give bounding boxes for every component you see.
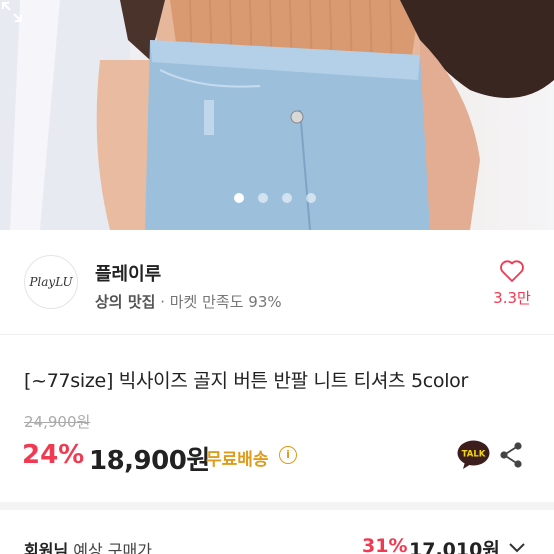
product-title: [~77size] 빅사이즈 골지 버튼 반팔 니트 티셔츠 5color xyxy=(24,370,469,392)
product-image[interactable] xyxy=(0,0,554,230)
free-shipping-label: 무료배송 xyxy=(206,450,269,470)
svg-text:TALK: TALK xyxy=(462,450,486,460)
heart-icon[interactable] xyxy=(499,259,525,283)
share-icon[interactable] xyxy=(499,441,523,469)
seller-tag: 상의 맛집 xyxy=(95,293,156,311)
info-icon[interactable]: i xyxy=(279,446,297,464)
carousel-dots xyxy=(234,193,316,203)
section-divider xyxy=(0,502,554,510)
member-price: 17,010원 xyxy=(409,539,500,554)
seller-section: PlayLU 플레이루 상의 맛집 · 마켓 만족도 93% xyxy=(0,230,554,335)
member-label-rest: 예상 구매가 xyxy=(68,541,152,554)
member-price-label: 회원님 예상 구매가 xyxy=(24,537,152,554)
carousel-dot-4[interactable] xyxy=(306,193,316,203)
chevron-down-icon[interactable] xyxy=(508,542,526,554)
like-count: 3.3만 xyxy=(493,289,531,307)
discount-rate: 24% xyxy=(22,440,85,470)
original-price: 24,900원 xyxy=(24,413,91,431)
seller-logo[interactable]: PlayLU xyxy=(24,255,78,309)
member-label-bold: 회원님 xyxy=(24,541,69,554)
seller-subtitle: 상의 맛집 · 마켓 만족도 93% xyxy=(95,291,282,312)
carousel-dot-3[interactable] xyxy=(282,193,292,203)
seller-name[interactable]: 플레이루 xyxy=(95,260,161,286)
carousel-dot-1[interactable] xyxy=(234,193,244,203)
sale-price: 18,900원 xyxy=(89,446,210,476)
expand-icon[interactable] xyxy=(0,0,24,24)
seller-satisfaction: · 마켓 만족도 93% xyxy=(160,293,282,311)
kakaotalk-icon[interactable]: TALK xyxy=(457,440,490,470)
member-discount: 31% xyxy=(362,535,408,554)
carousel-dot-2[interactable] xyxy=(258,193,268,203)
seller-logo-text: PlayLU xyxy=(29,275,73,289)
